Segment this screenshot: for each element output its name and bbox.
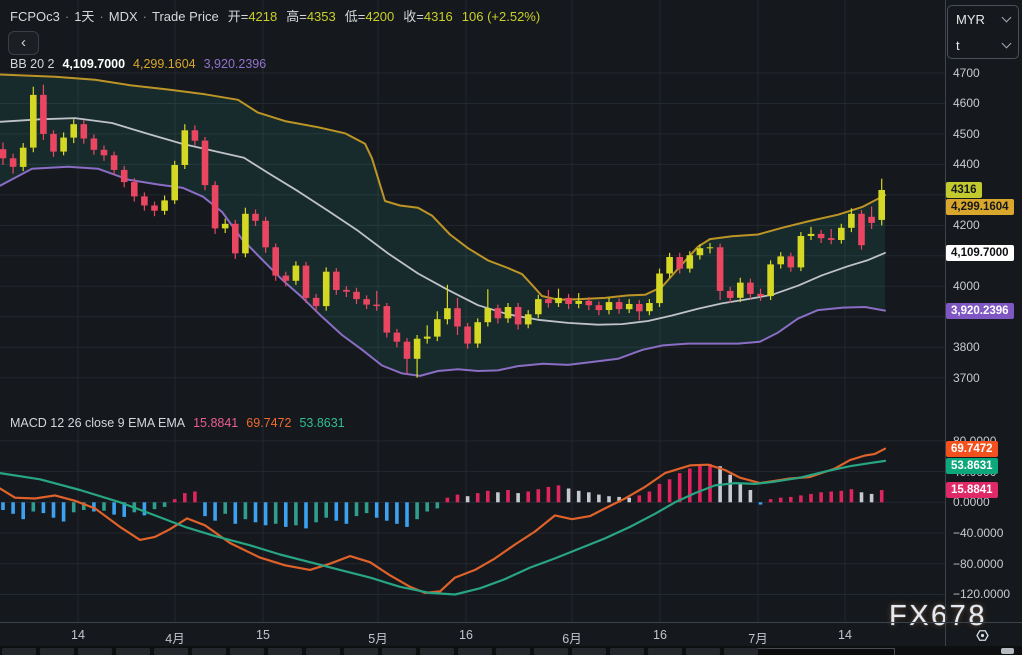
cropped-bar-segment <box>192 648 226 655</box>
exchange-name: MDX <box>109 9 138 24</box>
time-axis[interactable]: 14 4月 15 5月 16 6月 16 7月 14 <box>0 623 1022 646</box>
axis-tick-label: 4200 <box>953 218 980 232</box>
change-value: 106 (+2.52%) <box>462 9 540 24</box>
macd-histogram-layer <box>1 464 883 528</box>
time-tick-label: 6月 <box>562 628 581 647</box>
open-label: 开= <box>228 9 249 24</box>
cropped-bottom-bar <box>0 646 1022 655</box>
time-tick-label: 16 <box>459 628 473 642</box>
chart-svg <box>0 0 945 622</box>
cropped-bar-segment <box>382 648 416 655</box>
cropped-bar-segment <box>458 648 492 655</box>
cropped-bar-segment <box>268 648 302 655</box>
macd-indicator-label[interactable]: MACD 12 26 close 9 EMA EMA <box>10 416 185 430</box>
axis-tick-label: 4700 <box>953 66 980 80</box>
macd-indicator-row: MACD 12 26 close 9 EMA EMA 15.8841 69.7472… <box>10 416 353 430</box>
cropped-bar-segment <box>40 648 74 655</box>
low-value: 4200 <box>365 9 394 24</box>
cropped-bar-segment <box>648 648 682 655</box>
cropped-bottom-box <box>755 648 895 655</box>
cropped-bar-segment <box>154 648 188 655</box>
main-chart-canvas[interactable] <box>0 0 945 622</box>
bb-middle-value: 4,109.7000 <box>62 57 125 71</box>
time-axis-border <box>0 622 1022 623</box>
cropped-bar-segment <box>496 648 530 655</box>
macd-signal-value: 53.8631 <box>299 416 344 430</box>
unit-value: t <box>956 38 960 53</box>
separator: · <box>99 9 103 24</box>
hexagon-logo-icon <box>974 627 991 644</box>
price-axis-border <box>945 0 946 646</box>
cropped-bar-segment <box>724 648 758 655</box>
chevron-left-icon: ‹ <box>21 34 26 51</box>
time-tick-label: 14 <box>71 628 85 642</box>
cropped-bar-segment <box>572 648 606 655</box>
close-value: 4316 <box>424 9 453 24</box>
symbol-name[interactable]: FCPOc3 <box>10 9 60 24</box>
bb-lower-badge: 3,920.2396 <box>946 303 1014 319</box>
time-tick-label: 16 <box>653 628 667 642</box>
separator: · <box>65 9 69 24</box>
cropped-bar-segment <box>306 648 340 655</box>
close-label: 收= <box>403 9 424 24</box>
time-tick-label: 15 <box>256 628 270 642</box>
fx678-watermark: FX678 <box>889 600 987 633</box>
chevron-down-icon <box>1002 13 1012 23</box>
high-value: 4353 <box>307 9 336 24</box>
currency-unit-selector: MYR t <box>947 5 1019 59</box>
cropped-bar-segment <box>230 648 264 655</box>
axis-tick-label: 4000 <box>953 279 980 293</box>
cropped-bottom-icon <box>1001 648 1014 654</box>
macd-line-value: 69.7472 <box>246 416 291 430</box>
axis-tick-label: 4500 <box>953 127 980 141</box>
time-tick-label: 5月 <box>368 628 387 647</box>
macd-line-badge: 69.7472 <box>946 441 998 457</box>
cropped-bar-segment <box>2 648 36 655</box>
bb-upper-value: 4,299.1604 <box>133 57 196 71</box>
macd-hist-badge: 15.8841 <box>946 482 998 498</box>
axis-tick-label: −40.0000 <box>953 526 1003 540</box>
bb-indicator-label[interactable]: BB 20 2 <box>10 57 54 71</box>
bb-upper-badge: 4,299.1604 <box>946 199 1014 215</box>
time-tick-label: 14 <box>838 628 852 642</box>
cropped-bar-segment <box>116 648 150 655</box>
low-label: 低= <box>345 9 366 24</box>
open-value: 4218 <box>248 9 277 24</box>
price-axis[interactable]: 4700460045004400420040003800370080.00004… <box>946 0 1022 622</box>
axis-tick-label: 3800 <box>953 340 980 354</box>
last-price-badge: 4316 <box>946 182 982 198</box>
high-label: 高= <box>286 9 307 24</box>
axis-tick-label: 4400 <box>953 157 980 171</box>
axis-tick-label: 4600 <box>953 96 980 110</box>
macd-signal-badge: 53.8631 <box>946 458 998 474</box>
symbol-info-bar: FCPOc3·1天·MDX·Trade Price开=4218高=4353低=4… <box>10 6 540 25</box>
time-tick-label: 7月 <box>748 628 767 647</box>
axis-tick-label: 3700 <box>953 371 980 385</box>
cropped-bar-segment <box>610 648 644 655</box>
cropped-bar-segment <box>78 648 112 655</box>
cropped-bar-segment <box>686 648 720 655</box>
back-button[interactable]: ‹ <box>8 31 39 55</box>
time-tick-label: 4月 <box>165 628 184 647</box>
unit-select[interactable]: t <box>948 32 1018 58</box>
axis-tick-label: −80.0000 <box>953 557 1003 571</box>
currency-value: MYR <box>956 12 985 27</box>
macd-hist-value: 15.8841 <box>193 416 238 430</box>
currency-select[interactable]: MYR <box>948 6 1018 32</box>
trading-chart-app: FCPOc3·1天·MDX·Trade Price开=4218高=4353低=4… <box>0 0 1022 655</box>
cropped-bar-segment <box>420 648 454 655</box>
separator: · <box>143 9 147 24</box>
price-source: Trade Price <box>152 9 219 24</box>
cropped-bar-segment <box>344 648 378 655</box>
bb-middle-badge: 4,109.7000 <box>946 245 1014 261</box>
cropped-bar-segment <box>534 648 568 655</box>
chevron-down-icon <box>1002 39 1012 49</box>
bb-indicator-row: BB 20 2 4,109.7000 4,299.1604 3,920.2396 <box>10 57 274 71</box>
bb-lower-value: 3,920.2396 <box>204 57 267 71</box>
timeframe[interactable]: 1天 <box>74 9 94 24</box>
